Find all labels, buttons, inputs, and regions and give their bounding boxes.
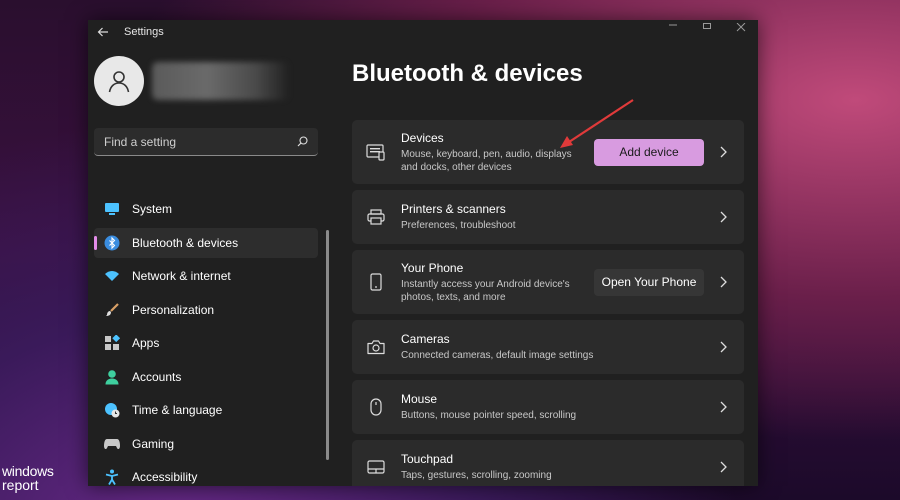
watermark-line2: report xyxy=(2,477,39,493)
watermark-line1: windows xyxy=(2,463,54,479)
annotation-arrow xyxy=(560,99,634,148)
windows-report-watermark: windows report xyxy=(2,464,72,492)
